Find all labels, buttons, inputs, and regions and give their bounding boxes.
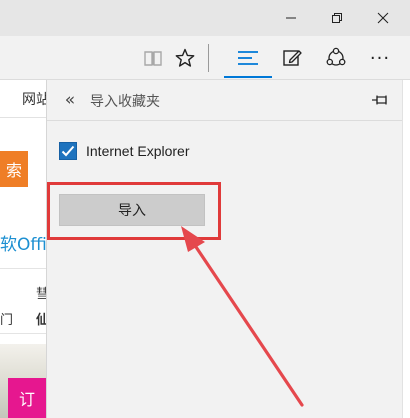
page-box-text: 门	[0, 313, 14, 328]
panel-divider	[47, 120, 403, 121]
web-page-background: 网站 索 软Offi 彗 门 仙 订	[0, 80, 46, 418]
browser-toolbar: ···	[0, 36, 410, 80]
import-button-label: 导入	[118, 203, 146, 219]
back-icon: «	[64, 90, 76, 110]
minimize-button[interactable]	[268, 0, 314, 36]
page-pink-button[interactable]: 订	[8, 378, 46, 418]
more-icon: ···	[369, 47, 391, 69]
share-icon	[326, 47, 346, 66]
page-office-text: 软Offi	[0, 235, 46, 255]
hub-button[interactable]	[231, 42, 265, 74]
web-note-icon	[283, 50, 302, 66]
page-search-button-label: 索	[5, 161, 22, 180]
ie-import-option[interactable]: Internet Explorer	[59, 140, 190, 162]
hub-panel: « 导入收藏夹 Internet Explorer 导入	[46, 80, 403, 418]
share-button[interactable]	[319, 42, 353, 74]
page-box-text: 彗	[36, 287, 46, 302]
minimize-icon	[286, 17, 296, 19]
panel-scroll-edge	[402, 80, 410, 418]
close-icon	[377, 12, 389, 24]
ie-option-label: Internet Explorer	[86, 143, 190, 159]
page-box-text: 仙	[36, 313, 46, 328]
hub-active-indicator	[224, 76, 272, 78]
checkmark-icon	[61, 145, 75, 157]
page-nav-bar: 网站	[0, 80, 46, 118]
favorite-button[interactable]	[168, 42, 202, 74]
panel-header: « 导入收藏夹	[47, 80, 403, 120]
more-button[interactable]: ···	[363, 42, 397, 74]
back-button[interactable]: «	[59, 88, 81, 112]
web-note-button[interactable]	[275, 42, 309, 74]
page-content-box: 彗 门 仙	[0, 268, 46, 334]
favorite-star-icon	[175, 48, 195, 67]
page-search-button[interactable]: 索	[0, 151, 28, 187]
close-button[interactable]	[360, 0, 406, 36]
title-bar	[0, 0, 410, 36]
ie-checkbox[interactable]	[59, 142, 77, 160]
import-button[interactable]: 导入	[59, 194, 205, 226]
pin-icon	[372, 95, 387, 105]
page-pink-button-label: 订	[18, 390, 35, 409]
pin-button[interactable]	[369, 90, 393, 110]
restore-icon	[332, 13, 342, 23]
restore-button[interactable]	[314, 0, 360, 36]
page-nav-link[interactable]: 网站	[22, 89, 46, 109]
reading-view-icon	[144, 51, 162, 66]
hub-icon	[238, 51, 258, 65]
reading-view-button[interactable]	[136, 42, 170, 74]
edge-window: ··· 网站 索 软Offi 彗 门 仙 订 « 导入收藏夹 Internet …	[0, 0, 410, 418]
toolbar-separator	[208, 44, 209, 72]
panel-title: 导入收藏夹	[90, 94, 160, 110]
